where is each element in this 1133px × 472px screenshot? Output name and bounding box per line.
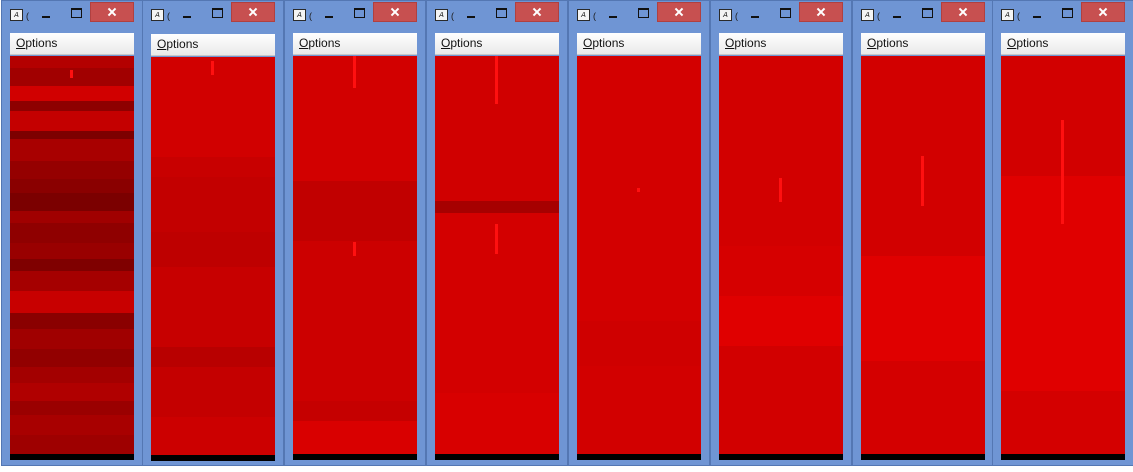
options-menu[interactable]: Options [299,36,340,50]
system-menu-icon: ( [735,11,738,21]
menu-bar: Options [577,33,701,55]
system-menu-icon: ( [26,11,29,21]
menu-bar: Options [293,33,417,55]
app-window-7: A ( Options [852,0,994,466]
system-menu-icon: ( [167,11,170,21]
maximize-button[interactable] [68,5,84,21]
options-menu[interactable]: Options [583,36,624,50]
options-menu[interactable]: Options [1007,36,1048,50]
app-window-3: A ( Options [284,0,426,466]
maximize-button[interactable] [777,5,793,21]
title-bar[interactable]: A ( [853,1,993,29]
menu-bar: Options [719,33,843,55]
maximize-button[interactable] [1059,5,1075,21]
heatmap-canvas[interactable] [1001,56,1125,460]
maximize-button[interactable] [493,5,509,21]
title-bar[interactable]: A ( [285,1,425,29]
close-button[interactable] [515,2,559,22]
options-menu[interactable]: Options [16,36,57,50]
java-app-icon[interactable]: A [861,9,874,21]
java-app-icon[interactable]: A [151,9,164,21]
close-button[interactable] [373,2,417,22]
system-menu-icon: ( [593,11,596,21]
app-window-6: A ( Options [710,0,852,466]
title-bar[interactable]: A ( [2,1,142,29]
system-menu-icon: ( [309,11,312,21]
menu-bar: Options [151,34,275,56]
app-window-8: A ( Options [992,0,1133,466]
minimize-button[interactable] [1029,5,1045,21]
title-bar[interactable]: A ( [993,1,1133,29]
system-menu-icon: ( [451,11,454,21]
heatmap-canvas[interactable] [151,57,275,461]
options-menu[interactable]: Options [725,36,766,50]
java-app-icon[interactable]: A [435,9,448,21]
heatmap-canvas[interactable] [719,56,843,460]
system-menu-icon: ( [877,11,880,21]
close-button[interactable] [799,2,843,22]
maximize-button[interactable] [351,5,367,21]
menu-bar: Options [10,33,134,55]
menu-bar: Options [435,33,559,55]
options-menu[interactable]: Options [867,36,908,50]
java-app-icon[interactable]: A [719,9,732,21]
app-window-5: A ( Options [568,0,710,466]
minimize-button[interactable] [321,5,337,21]
menu-bar: Options [1001,33,1125,55]
minimize-button[interactable] [889,5,905,21]
minimize-button[interactable] [747,5,763,21]
heatmap-canvas[interactable] [861,56,985,460]
maximize-button[interactable] [919,5,935,21]
minimize-button[interactable] [605,5,621,21]
maximize-button[interactable] [209,5,225,21]
minimize-button[interactable] [179,5,195,21]
app-window-1: A ( Options [1,0,143,466]
java-app-icon[interactable]: A [293,9,306,21]
heatmap-canvas[interactable] [293,56,417,460]
close-button[interactable] [1081,2,1125,22]
java-app-icon[interactable]: A [10,9,23,21]
title-bar[interactable]: A ( [143,1,283,29]
options-menu[interactable]: Options [441,36,482,50]
minimize-button[interactable] [38,5,54,21]
menu-bar: Options [861,33,985,55]
java-app-icon[interactable]: A [1001,9,1014,21]
maximize-button[interactable] [635,5,651,21]
close-button[interactable] [657,2,701,22]
close-button[interactable] [231,2,275,22]
desktop: A ( Options A (Options A (Options A (… [0,0,1133,472]
title-bar[interactable]: A ( [711,1,851,29]
system-menu-icon: ( [1017,11,1020,21]
close-button[interactable] [90,2,134,22]
title-bar[interactable]: A ( [569,1,709,29]
options-menu[interactable]: Options [157,37,198,51]
app-window-4: A ( Options [426,0,568,466]
heatmap-canvas[interactable] [577,56,701,460]
heatmap-canvas[interactable] [435,56,559,460]
java-app-icon[interactable]: A [577,9,590,21]
app-window-2: A ( Options [142,0,284,466]
minimize-button[interactable] [463,5,479,21]
heatmap-canvas[interactable] [10,56,134,460]
title-bar[interactable]: A ( [427,1,567,29]
close-button[interactable] [941,2,985,22]
